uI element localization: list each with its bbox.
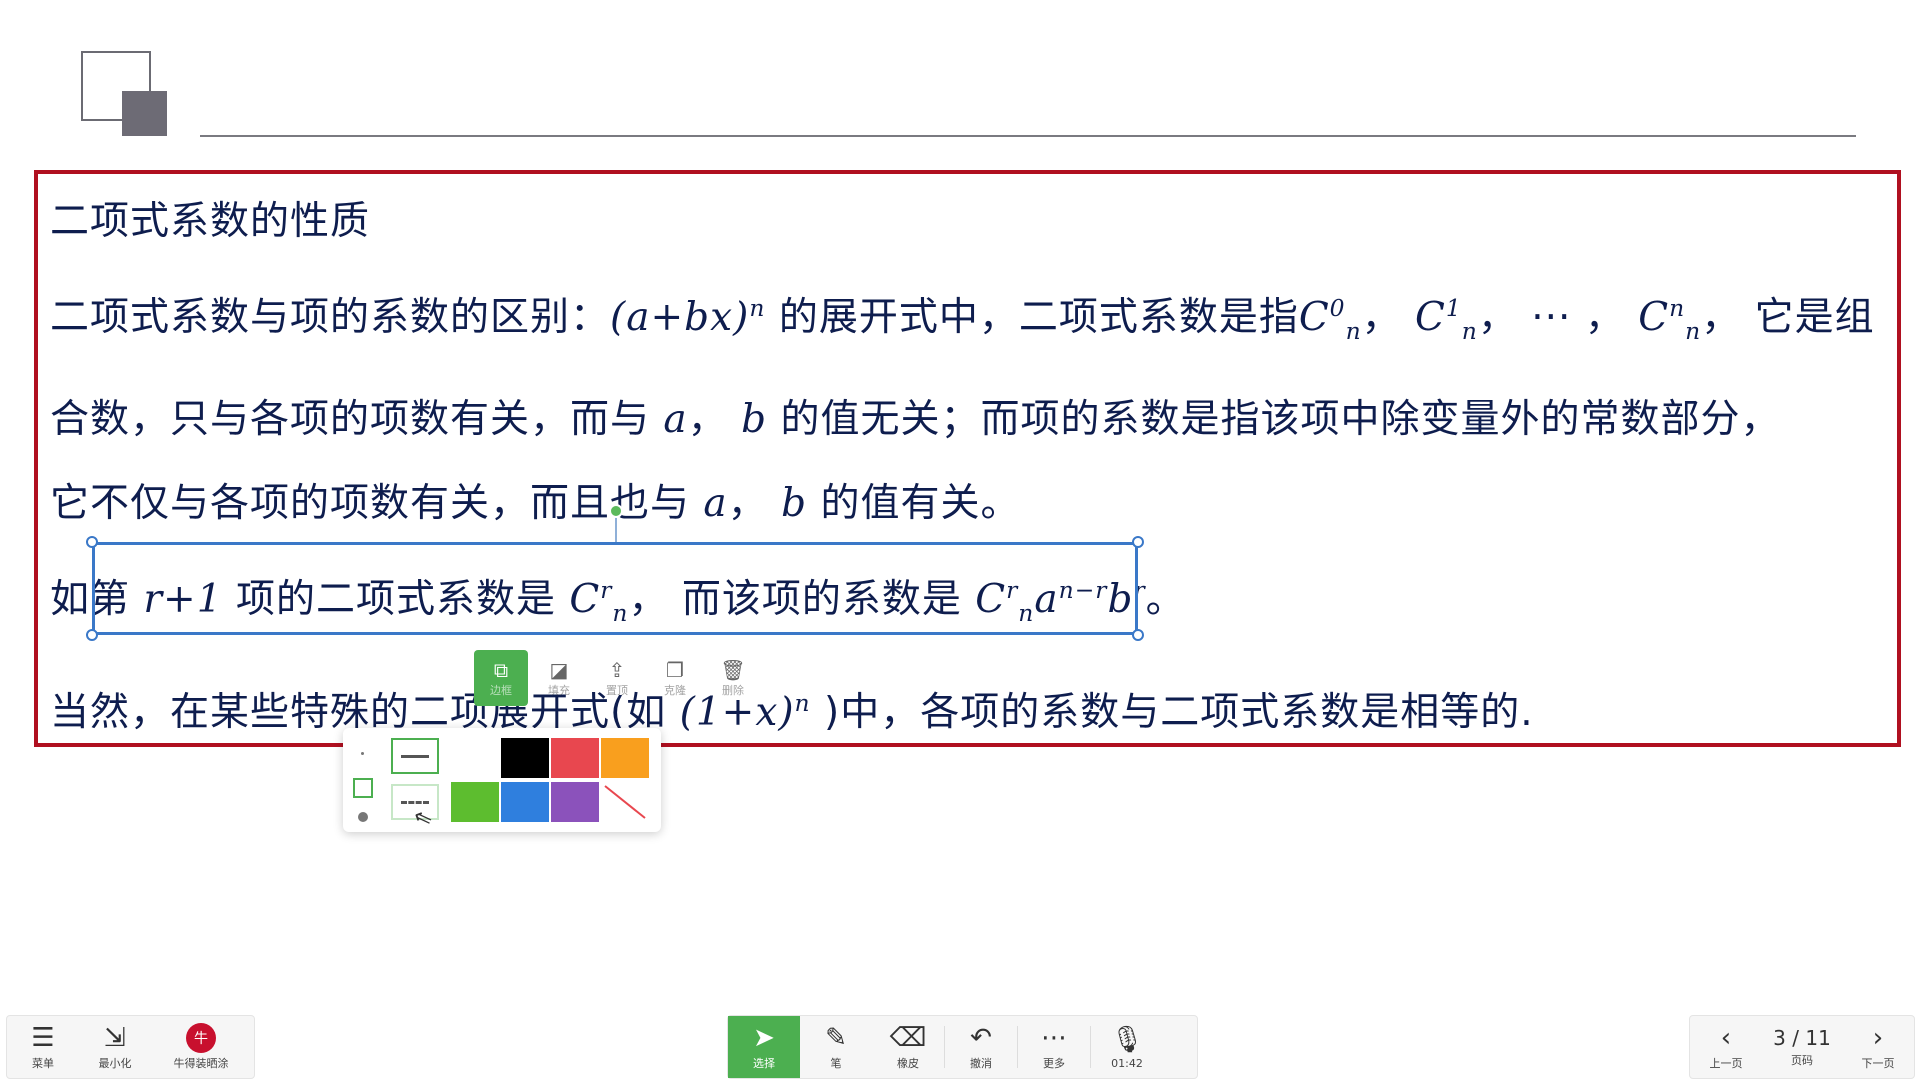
menu-icon: ☰ xyxy=(31,1023,55,1053)
bring-front-icon: ⇪ xyxy=(608,658,626,682)
color-swatch-orange[interactable] xyxy=(601,738,649,778)
undo-icon: ↶ xyxy=(970,1023,992,1053)
app-logo-icon: 牛 xyxy=(186,1023,216,1053)
selection-box[interactable] xyxy=(92,542,1138,635)
resize-handle-bottom-right[interactable] xyxy=(1132,629,1144,641)
minimize-icon: ⇲ xyxy=(104,1023,126,1053)
no-color-icon xyxy=(604,785,646,819)
fill-icon: ◪ xyxy=(549,658,569,682)
color-swatch-green[interactable] xyxy=(451,782,499,822)
next-page-button[interactable]: › 下一页 xyxy=(1842,1016,1914,1078)
delete-icon: 🗑 xyxy=(720,658,746,682)
header-divider xyxy=(200,135,1856,137)
color-swatch-white[interactable] xyxy=(451,738,499,778)
microphone-button[interactable]: 🎙 01:42 xyxy=(1091,1016,1163,1078)
eraser-icon: ⌫ xyxy=(889,1023,927,1053)
clone-button[interactable]: ❐ 克隆 xyxy=(648,650,702,706)
border-icon: ⧉ xyxy=(493,658,509,682)
bring-front-button[interactable]: ⇪ 置顶 xyxy=(590,650,644,706)
chevron-left-icon: ‹ xyxy=(1720,1023,1732,1053)
microphone-icon: 🎙 xyxy=(1110,1024,1144,1055)
border-style-popup xyxy=(343,728,661,832)
minimize-button[interactable]: ⇲ 最小化 xyxy=(79,1016,151,1078)
pen-icon: ✎ xyxy=(825,1023,847,1053)
slide-logo-filled xyxy=(122,91,167,136)
app-logo-button[interactable]: 牛 牛得装晒涂 xyxy=(151,1016,251,1078)
text-line-6: 当然，在某些特殊的二项展开式(如 (1+x)n )中，各项的系数与二项式系数是相… xyxy=(50,689,1534,735)
resize-handle-top-left[interactable] xyxy=(86,536,98,548)
color-swatch-black[interactable] xyxy=(501,738,549,778)
text-line-3: 合数，只与各项的项数有关，而与 a， b 的值无关；而项的系数是指该项中除变量外… xyxy=(50,397,1781,442)
stroke-size-large[interactable] xyxy=(358,812,368,822)
whiteboard-canvas[interactable]: 二项式系数的性质 二项式系数与项的系数的区别：(a+bx)n 的展开式中，二项式… xyxy=(0,0,1920,1080)
color-swatch-none[interactable] xyxy=(601,782,649,822)
rotate-handle[interactable] xyxy=(609,504,623,518)
menu-button[interactable]: ☰ 菜单 xyxy=(7,1016,79,1078)
bottom-left-toolbar: ☰ 菜单 ⇲ 最小化 牛 牛得装晒涂 xyxy=(6,1015,255,1079)
select-tool-button[interactable]: ➤ 选择 xyxy=(728,1016,800,1078)
text-line-2: 二项式系数与项的系数的区别：(a+bx)n 的展开式中，二项式系数是指C0n， … xyxy=(50,294,1875,345)
stroke-size-small[interactable] xyxy=(361,752,364,755)
content-frame[interactable] xyxy=(34,170,1901,747)
color-swatch-blue[interactable] xyxy=(501,782,549,822)
resize-handle-top-right[interactable] xyxy=(1132,536,1144,548)
resize-handle-bottom-left[interactable] xyxy=(86,629,98,641)
more-icon: ⋯ xyxy=(1041,1023,1067,1053)
page-indicator[interactable]: 3 / 11 页码 xyxy=(1762,1016,1842,1078)
undo-button[interactable]: ↶ 撤消 xyxy=(945,1016,1017,1078)
stroke-size-medium-selected[interactable] xyxy=(353,778,373,798)
stroke-size-column xyxy=(353,740,373,824)
eraser-tool-button[interactable]: ⌫ 橡皮 xyxy=(872,1016,944,1078)
color-swatch-red[interactable] xyxy=(551,738,599,778)
more-button[interactable]: ⋯ 更多 xyxy=(1018,1016,1090,1078)
chevron-right-icon: › xyxy=(1872,1023,1884,1053)
slide-title: 二项式系数的性质 xyxy=(50,199,371,244)
clone-icon: ❐ xyxy=(666,658,684,682)
border-button[interactable]: ⧉ 边框 xyxy=(474,650,528,706)
fill-button[interactable]: ◪ 填充 xyxy=(532,650,586,706)
prev-page-button[interactable]: ‹ 上一页 xyxy=(1690,1016,1762,1078)
bottom-right-pager: ‹ 上一页 3 / 11 页码 › 下一页 xyxy=(1689,1015,1915,1079)
object-toolbar: ⧉ 边框 ◪ 填充 ⇪ 置顶 ❐ 克隆 🗑 删除 xyxy=(474,650,760,706)
cursor-icon: ➤ xyxy=(753,1023,775,1053)
delete-button[interactable]: 🗑 删除 xyxy=(706,650,760,706)
bottom-center-toolbar: ➤ 选择 ✎ 笔 ⌫ 橡皮 ↶ 撤消 ⋯ 更多 🎙 01:42 xyxy=(727,1015,1198,1079)
line-style-solid[interactable] xyxy=(391,738,439,774)
pen-tool-button[interactable]: ✎ 笔 xyxy=(800,1016,872,1078)
color-swatch-purple[interactable] xyxy=(551,782,599,822)
text-line-4: 它不仅与各项的项数有关，而且也与 a， b 的值有关。 xyxy=(50,481,1021,526)
